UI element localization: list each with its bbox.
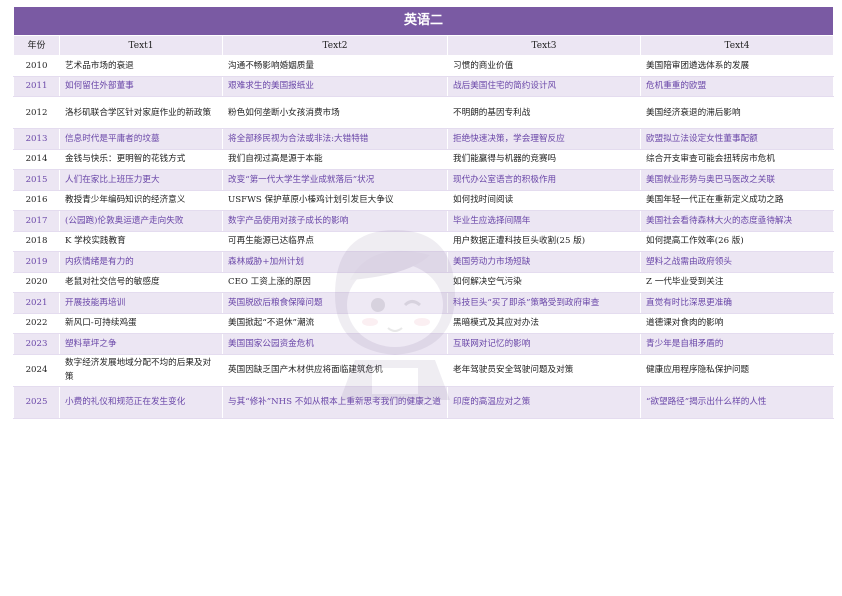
text1-cell: 塑料草坪之争 — [59, 333, 223, 355]
text1-cell: 信息时代是平庸者的坟墓 — [59, 128, 223, 150]
text1-cell: 人们在家比上班压力更大 — [59, 169, 223, 191]
year-cell: 2015 — [13, 169, 60, 191]
year-cell: 2019 — [13, 251, 60, 273]
year-cell: 2014 — [13, 148, 60, 170]
text3-cell: 拒绝快速决策，学会理智反应 — [447, 128, 641, 150]
text1-cell: 洛杉矶联合学区针对家庭作业的新政策 — [59, 96, 223, 129]
year-cell: 2017 — [13, 210, 60, 232]
year-cell: 2012 — [13, 96, 60, 129]
text4-cell: 道德课对食肉的影响 — [639, 312, 835, 334]
text4-cell: 健康应用程序隐私保护问题 — [639, 353, 835, 387]
text4-cell: “欲望路径”揭示出什么样的人性 — [639, 385, 835, 419]
year-cell: 2024 — [13, 353, 60, 387]
text3-cell: 不明朗的基因专利战 — [447, 96, 641, 129]
text4-cell: 美国陪审团遴选体系的发展 — [639, 55, 835, 77]
year-cell: 2016 — [13, 189, 60, 211]
table-row: 2011 如何留住外部董事 艰难求生的美国报纸业 战后美国住宅的简约设计风 危机重重的欧… — [13, 75, 835, 97]
text1-cell: 如何留住外部董事 — [59, 75, 223, 97]
text4-cell: 美国经济衰退的滞后影响 — [639, 96, 835, 129]
text1-cell: (公园跑)伦敦奥运遗产走向失败 — [59, 210, 223, 232]
cartoon-avatar-watermark-icon — [335, 230, 455, 400]
text4-cell: 美国年轻一代正在重新定义成功之路 — [639, 189, 835, 211]
text2-cell: 将全部移民视为合法或非法:大错特错 — [222, 128, 448, 150]
table-row: 2014 金钱与快乐：更明智的花钱方式 我们自视过高是源于本能 我们能赢得与机器的竞赛… — [13, 148, 835, 170]
text4-cell: Z 一代毕业受到关注 — [639, 271, 835, 293]
text4-cell: 美国社会看待森林大火的态度亟待解决 — [639, 210, 835, 232]
table-row: 2015 人们在家比上班压力更大 改变“第一代大学生学业成就落后”状况 现代办公室语言… — [13, 169, 835, 191]
text1-cell: 新风口-可持续鸡蛋 — [59, 312, 223, 334]
year-cell: 2010 — [13, 55, 60, 77]
year-cell: 2018 — [13, 230, 60, 252]
text1-cell: 老鼠对社交信号的敏感度 — [59, 271, 223, 293]
column-header-text2: Text2 — [222, 35, 448, 56]
table-row: 2010 艺术品市场的衰退 沟通不畅影响婚姻质量 习惯的商业价值 美国陪审团遴选体系的发… — [13, 55, 835, 77]
text1-cell: 艺术品市场的衰退 — [59, 55, 223, 77]
text1-cell: K 学校实践教育 — [59, 230, 223, 252]
table-row: 2013 信息时代是平庸者的坟墓 将全部移民视为合法或非法:大错特错 拒绝快速决策，学… — [13, 128, 835, 150]
year-cell: 2021 — [13, 292, 60, 314]
text4-cell: 综合开支审查可能会扭转房市危机 — [639, 148, 835, 170]
year-cell: 2011 — [13, 75, 60, 97]
text4-cell: 青少年是自相矛盾的 — [639, 333, 835, 355]
column-header-text3: Text3 — [447, 35, 641, 56]
text4-cell: 危机重重的欧盟 — [639, 75, 835, 97]
text3-cell: 习惯的商业价值 — [447, 55, 641, 77]
text4-cell: 如何提高工作效率(26 版) — [639, 230, 835, 252]
text3-cell: 我们能赢得与机器的竞赛吗 — [447, 148, 641, 170]
text2-cell: 我们自视过高是源于本能 — [222, 148, 448, 170]
year-cell: 2013 — [13, 128, 60, 150]
year-cell: 2022 — [13, 312, 60, 334]
text3-cell: 现代办公室语言的积极作用 — [447, 169, 641, 191]
table-title-row: 英语二 — [12, 6, 835, 36]
year-cell: 2025 — [13, 385, 60, 419]
table-title: 英语二 — [12, 6, 835, 36]
text2-cell: 粉色如何垄断小女孩消费市场 — [222, 96, 448, 129]
table-header-row: 年份 Text1 Text2 Text3 Text4 — [13, 35, 835, 56]
text1-cell: 金钱与快乐：更明智的花钱方式 — [59, 148, 223, 170]
text4-cell: 直觉有时比深思更准确 — [639, 292, 835, 314]
text4-cell: 欧盟拟立法设定女性董事配额 — [639, 128, 835, 150]
text3-cell: 战后美国住宅的简约设计风 — [447, 75, 641, 97]
column-header-text4: Text4 — [639, 35, 835, 56]
text1-cell: 数字经济发展地域分配不均的后果及对策 — [59, 353, 223, 387]
text1-cell: 小费的礼仪和规范正在发生变化 — [59, 385, 223, 419]
text1-cell: 内疚情绪是有力的 — [59, 251, 223, 273]
column-header-year: 年份 — [13, 35, 60, 56]
text1-cell: 开展技能再培训 — [59, 292, 223, 314]
column-header-text1: Text1 — [59, 35, 223, 56]
year-cell: 2023 — [13, 333, 60, 355]
text2-cell: 艰难求生的美国报纸业 — [222, 75, 448, 97]
text4-cell: 美国就业形势与奥巴马医改之关联 — [639, 169, 835, 191]
year-cell: 2020 — [13, 271, 60, 293]
text1-cell: 教授青少年编码知识的经济意义 — [59, 189, 223, 211]
text4-cell: 塑料之战需由政府领头 — [639, 251, 835, 273]
text2-cell: 改变“第一代大学生学业成就落后”状况 — [222, 169, 448, 191]
table-row: 2012 洛杉矶联合学区针对家庭作业的新政策 粉色如何垄断小女孩消费市场 不明朗的基因… — [13, 96, 835, 129]
text2-cell: 沟通不畅影响婚姻质量 — [222, 55, 448, 77]
